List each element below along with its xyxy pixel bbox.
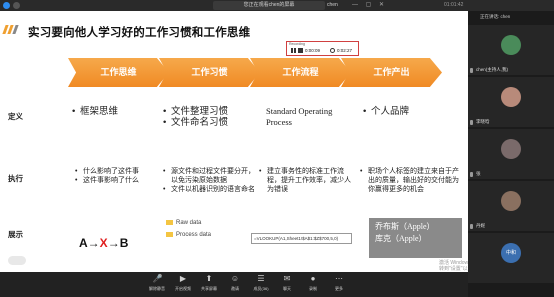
stop-icon[interactable]: [298, 48, 303, 53]
row-label-definition: 定义: [8, 112, 23, 121]
record-icon: ●: [310, 274, 316, 283]
video-button[interactable]: ▶ 开启视频: [170, 274, 196, 292]
header-work-output: 工作产出: [341, 58, 442, 87]
execution-process: 建立事务性的标准工作流程，提升工作效率，减少人为错误: [259, 167, 354, 194]
info-icon[interactable]: [13, 2, 20, 9]
chat-button[interactable]: ✉ 聊天: [274, 274, 300, 292]
presenter-name: chen: [327, 2, 338, 8]
meeting-title: 您正在观看chen的屏幕: [213, 1, 325, 10]
microphone-icon: [470, 224, 473, 229]
recording-elapsed: 0:00:09: [305, 48, 321, 53]
execution-thinking: 什么影响了这件事 这件事影响了什么: [75, 167, 160, 185]
share-screen-icon: ⬆: [205, 274, 213, 283]
execution-output: 职场个人标签的建立来自于产出的质量，输出好的交付能为你赢得更多的机会: [360, 167, 462, 194]
personal-brand-example: 乔布斯（Apple） 库克（Apple）: [369, 218, 462, 258]
more-button[interactable]: ⋯ 更多: [326, 274, 352, 292]
definition-output: 个人品牌: [363, 106, 463, 117]
more-icon: ⋯: [335, 274, 343, 283]
members-icon: ☺: [230, 274, 240, 283]
participant-tile[interactable]: 中和: [468, 233, 554, 283]
participant-tile[interactable]: 张: [468, 129, 554, 179]
participant-tile[interactable]: chen(主持人,我): [468, 25, 554, 75]
members-button[interactable]: ☰ 成员(36): [248, 274, 274, 292]
slide-title: 实习要向他人学习好的工作习惯和工作思维: [28, 27, 251, 39]
title-decoration: [2, 25, 24, 34]
pause-icon[interactable]: [291, 48, 296, 53]
folder-icon: [166, 220, 173, 225]
avatar: [501, 87, 521, 107]
definition-process: Standard Operating Process: [266, 106, 333, 127]
microphone-icon: [470, 120, 473, 125]
definition-habits: 文件整理习惯 文件命名习惯: [163, 106, 253, 128]
file-raw-data: Raw data: [166, 220, 201, 226]
meeting-toolbar: 🎤 解除静音 ▶ 开启视频 ⬆ 共享屏幕 ☺ 邀请 ☰ 成员(36) ✉ 聊天 …: [0, 272, 468, 297]
microphone-icon: 🎤: [152, 274, 163, 283]
participants-panel: 正在讲话: chen chen(主持人,我) 李晓晗 张 丹妮 中和: [468, 11, 554, 297]
members-list-icon: ☰: [257, 274, 265, 283]
window-controls[interactable]: — ▢ ✕: [352, 1, 387, 10]
avatar: [501, 139, 521, 159]
definition-thinking: 框架思维: [72, 106, 157, 117]
chat-icon: ✉: [283, 274, 291, 283]
header-work-thinking: 工作思维: [68, 58, 169, 87]
row-label-execution: 执行: [8, 174, 23, 183]
meeting-clock: 01:01:42: [444, 2, 464, 8]
record-button[interactable]: ● 录制: [300, 274, 326, 292]
participant-tile[interactable]: 李晓晗: [468, 77, 554, 127]
avatar: 中和: [501, 243, 521, 263]
avatar: [501, 191, 521, 211]
header-work-process: 工作流程: [250, 58, 351, 87]
file-process-data: Process data: [166, 232, 211, 238]
video-icon: ▶: [179, 274, 187, 283]
speaking-indicator: 正在讲话: chen: [480, 14, 511, 19]
recording-label: Recording: [289, 42, 305, 46]
microphone-icon: [470, 172, 473, 177]
header-work-habits: 工作习惯: [159, 58, 260, 87]
timer-icon: [330, 48, 335, 53]
slide-nav-control[interactable]: [8, 256, 26, 265]
folder-icon: [166, 232, 173, 237]
formula-example: =VLOOKUP(A1,Sheet1!$A$1:$Z$700,5,0): [251, 233, 352, 244]
title-bar: 您正在观看chen的屏幕 chen — ▢ ✕ 01:01:42: [0, 0, 554, 11]
shared-slide: 实习要向他人学习好的工作习惯和工作思维 Recording 0:00:09 0:…: [0, 11, 468, 272]
participant-tile[interactable]: 丹妮: [468, 181, 554, 231]
share-screen-button[interactable]: ⬆ 共享屏幕: [196, 274, 222, 292]
app-logo-icon: [3, 2, 10, 9]
row-label-showcase: 展示: [8, 230, 23, 239]
avatar: [501, 35, 521, 55]
a-x-b-diagram: A→X→B: [79, 236, 129, 250]
recording-total: 0:02:27: [337, 48, 353, 53]
mute-button[interactable]: 🎤 解除静音: [144, 274, 170, 292]
microphone-icon: [470, 68, 473, 73]
execution-habits: 源文件和过程文件要分开，以免污染原始数据 文件以机器识别的语言命名: [163, 167, 258, 194]
invite-button[interactable]: ☺ 邀请: [222, 274, 248, 292]
recording-widget[interactable]: Recording 0:00:09 0:02:27: [286, 41, 359, 56]
